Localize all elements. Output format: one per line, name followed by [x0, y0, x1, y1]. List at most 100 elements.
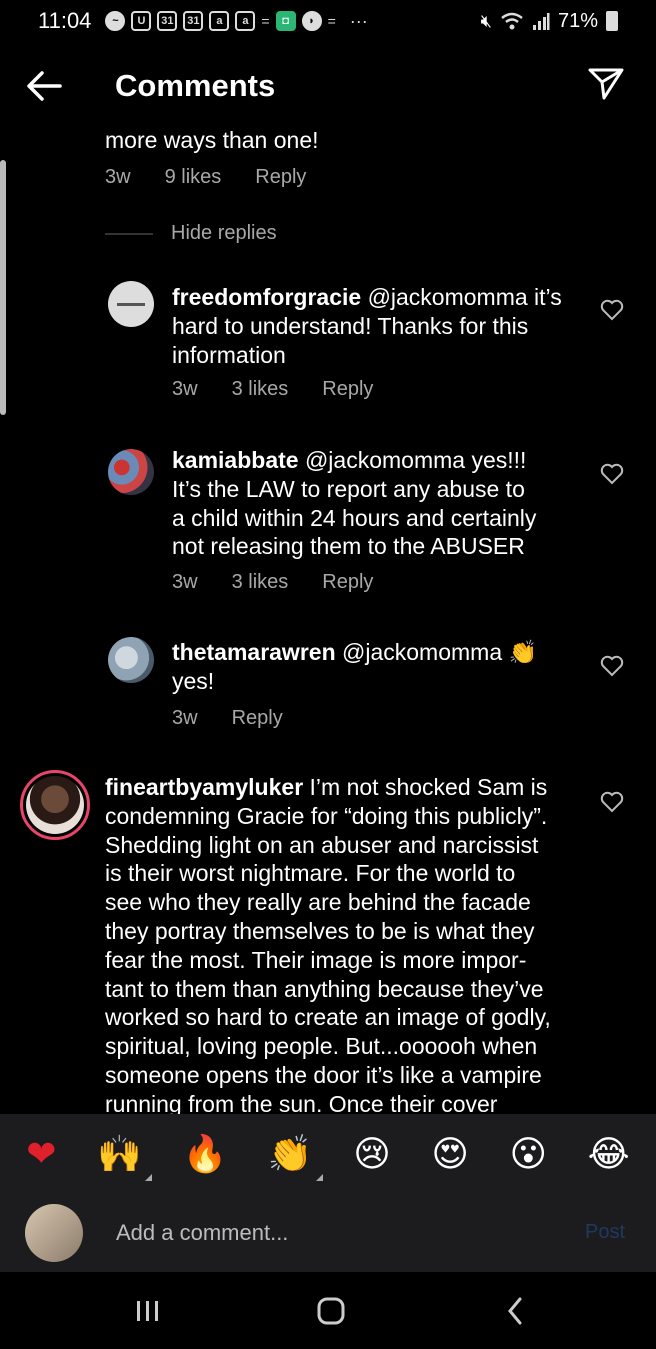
wifi-icon: [501, 12, 523, 30]
system-nav-bar: [0, 1272, 656, 1349]
reply-text: thetamarawren @jackomomma 👏 yes!: [172, 638, 592, 696]
username[interactable]: kamiabbate: [172, 447, 299, 473]
emoji-glyph: 🙌: [97, 1134, 142, 1175]
avatar[interactable]: [108, 449, 154, 495]
status-bar: 11:04 ~ U 31 31 a a = ◘ ◗ = ··· 🔇︎ 71%: [0, 0, 656, 42]
like-heart-icon[interactable]: [600, 655, 624, 677]
system-back-icon[interactable]: [496, 1294, 536, 1328]
comment-text: fineartbyamyluker I’m not shocked Sam is…: [105, 773, 595, 1119]
reply-button[interactable]: Reply: [322, 571, 373, 594]
calendar-31-icon: 31: [157, 11, 178, 31]
comment-line: tant to them than anything because they’…: [105, 975, 544, 1002]
skin-tone-indicator: [144, 1174, 152, 1181]
back-arrow-icon[interactable]: [24, 68, 64, 104]
hide-replies-label: Hide replies: [171, 222, 277, 244]
battery-percent: 71%: [557, 9, 598, 32]
username[interactable]: freedomforgracie: [172, 284, 361, 310]
comment-line: Shedding light on an abuser and narcissi…: [105, 831, 539, 858]
comment-line: is their worst nightmare. For the world …: [105, 860, 516, 887]
reply-meta: 3w 3 likes Reply: [172, 378, 373, 401]
reply-line: It’s the LAW to report any abuse to: [172, 475, 525, 502]
messenger-icon: ~: [105, 11, 126, 31]
raised-hands-emoji-button[interactable]: 🙌: [97, 1134, 152, 1181]
comment-text: more ways than one!: [105, 127, 319, 153]
reply-line: information: [172, 341, 286, 368]
surprised-emoji-button[interactable]: 😮: [509, 1137, 547, 1173]
battery-icon: [606, 11, 618, 31]
comment-age: 3w: [105, 166, 131, 188]
avatar-mark: [117, 302, 145, 306]
comment-line: worked so hard to create an image of god…: [105, 1004, 551, 1031]
heart-emoji-button[interactable]: ❤: [26, 1137, 56, 1173]
emoji-glyph: 👏: [267, 1134, 313, 1175]
reply-line: @jackomomma 👏: [342, 639, 538, 665]
comment-likes[interactable]: 9 likes: [165, 166, 222, 189]
reply-text: kamiabbate @jackomomma yes!!! It’s the L…: [172, 446, 592, 561]
avatar[interactable]: [108, 281, 154, 327]
like-heart-icon[interactable]: [600, 791, 624, 813]
reply-line: yes!: [172, 667, 215, 694]
more-dots-icon: ···: [349, 10, 368, 31]
comment-line: see who they really are behind the facad…: [105, 889, 531, 916]
comment-line: they portray themselves to be is what th…: [105, 917, 535, 944]
reply-button[interactable]: Reply: [322, 378, 373, 401]
mute-icon: 🔇︎: [480, 10, 492, 31]
avatar-image: [26, 776, 84, 834]
signal-icon: [532, 13, 550, 30]
a-app-icon: a: [235, 11, 256, 31]
crying-emoji-button[interactable]: 😢: [353, 1137, 391, 1173]
post-button[interactable]: Post: [585, 1221, 625, 1244]
recent-apps-icon[interactable]: [128, 1294, 168, 1328]
clapping-emoji-button[interactable]: 👏: [267, 1134, 323, 1181]
reply-button[interactable]: Reply: [255, 166, 306, 189]
skin-tone-indicator: [315, 1174, 323, 1181]
story-avatar[interactable]: [20, 770, 90, 840]
comment-line: fear the most. Their image is more impor…: [105, 946, 527, 973]
comment-input[interactable]: Add a comment...: [116, 1220, 288, 1246]
page-title: Comments: [115, 68, 276, 103]
app-header: Comments: [0, 48, 656, 124]
comment-age: 3w: [172, 571, 198, 593]
reply-meta: 3w 3 likes Reply: [172, 571, 373, 594]
reply-line: @jackomomma yes!!!: [304, 447, 527, 473]
divider: [105, 232, 153, 235]
comment-line: someone opens the door it’s like a vampi…: [105, 1061, 542, 1088]
heart-eyes-emoji-button[interactable]: 😍: [431, 1137, 469, 1173]
comment-likes[interactable]: 3 likes: [232, 378, 289, 401]
quick-reactions-bar: ❤ 🙌 🔥 👏 😢 😍 😮 😂: [0, 1114, 656, 1196]
reply-line: a child within 24 hours and certainly: [172, 504, 537, 531]
fire-emoji-button[interactable]: 🔥: [182, 1137, 227, 1173]
comment-composer: Add a comment... Post: [0, 1196, 656, 1272]
comment-line: spiritual, loving people. But...oooooh w…: [105, 1033, 538, 1060]
notification-icons: ~ U 31 31 a a = ◘ ◗ = ···: [105, 10, 368, 32]
comment-meta: 3w 9 likes Reply: [105, 166, 306, 189]
calendar-31-icon: 31: [183, 11, 204, 31]
scroll-indicator[interactable]: [0, 160, 6, 415]
green-app-icon: ◘: [275, 11, 296, 31]
status-time: 11:04: [38, 8, 92, 33]
comment-age: 3w: [172, 707, 198, 729]
comment-line: I’m not shocked Sam is: [309, 774, 548, 800]
minus-icon: =: [327, 13, 336, 29]
like-heart-icon[interactable]: [600, 299, 624, 321]
comment-line: condemning Gracie for “doing this public…: [105, 802, 548, 829]
reply-line: hard to understand! Thanks for this: [172, 312, 529, 339]
like-heart-icon[interactable]: [600, 463, 624, 485]
avatar[interactable]: [108, 637, 154, 683]
home-icon[interactable]: [311, 1294, 351, 1328]
reply-line: @jackomomma it’s: [367, 284, 562, 310]
reply-text: freedomforgracie @jackomomma it’s hard t…: [172, 283, 592, 369]
reply-line: not releasing them to the ABUSER: [172, 533, 525, 560]
username[interactable]: fineartbyamyluker: [105, 774, 303, 800]
a-app-icon: a: [209, 11, 230, 31]
reply-button[interactable]: Reply: [232, 707, 283, 730]
current-user-avatar: [25, 1204, 83, 1262]
laughing-emoji-button[interactable]: 😂: [588, 1137, 630, 1173]
username[interactable]: thetamarawren: [172, 639, 336, 665]
minus-icon: =: [261, 13, 270, 29]
u-app-icon: U: [131, 11, 152, 31]
hide-replies-button[interactable]: Hide replies: [105, 222, 277, 245]
comment-age: 3w: [172, 378, 198, 400]
send-icon[interactable]: [586, 66, 626, 102]
comment-likes[interactable]: 3 likes: [232, 571, 289, 594]
